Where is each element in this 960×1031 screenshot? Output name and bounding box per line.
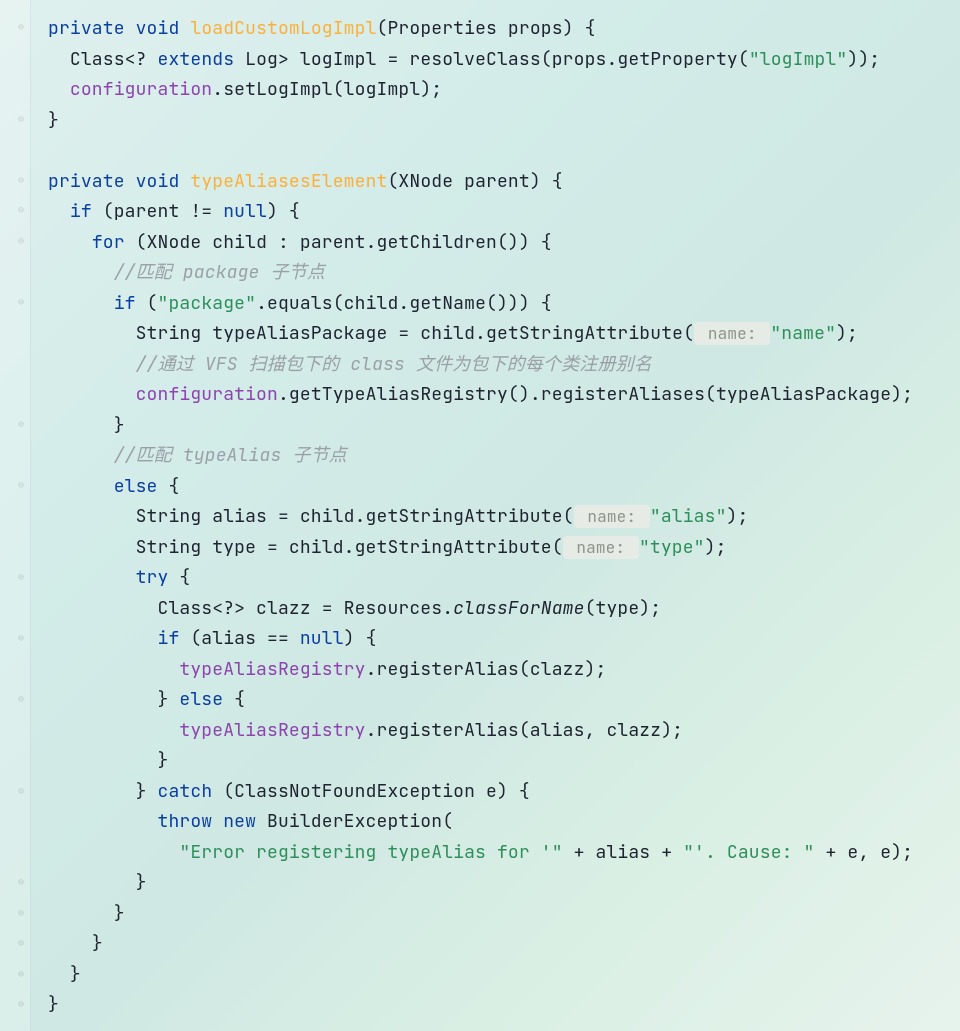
fold-marker-icon[interactable]: ⊖: [18, 22, 28, 32]
code-line: //匹配 typeAlias 子节点: [48, 444, 347, 467]
code-line: typeAliasRegistry.registerAlias(alias, c…: [48, 719, 683, 742]
code-line: } else {: [48, 688, 245, 711]
fold-marker-icon[interactable]: ⊖: [18, 694, 28, 704]
code-line: Class<? extends Log> logImpl = resolveCl…: [48, 48, 880, 71]
fold-marker-icon[interactable]: ⊖: [18, 297, 28, 307]
fold-marker-icon[interactable]: ⊖: [18, 114, 28, 124]
parameter-hint: name:: [574, 505, 650, 528]
editor-gutter: ⊖ ⊖ ⊖ ⊖ ⊖ ⊖ ⊖ ⊖ ⊖ ⊖ ⊖ ⊖ ⊖ ⊖ ⊖ ⊖ ⊖: [0, 0, 31, 1031]
fold-marker-icon[interactable]: ⊖: [18, 175, 28, 185]
code-line: }: [48, 749, 168, 772]
code-line: throw new BuilderException(: [48, 810, 453, 833]
fold-marker-icon[interactable]: ⊖: [18, 419, 28, 429]
code-line: }: [48, 993, 59, 1016]
parameter-hint: name:: [694, 322, 770, 345]
code-line: [48, 139, 59, 162]
code-line: typeAliasRegistry.registerAlias(clazz);: [48, 658, 606, 681]
code-line: String type = child.getStringAttribute( …: [48, 536, 727, 559]
fold-marker-icon[interactable]: ⊖: [18, 999, 28, 1009]
code-line: for (XNode child : parent.getChildren())…: [48, 231, 552, 254]
code-line: if ("package".equals(child.getName())) {: [48, 292, 552, 315]
code-line: }: [48, 109, 59, 132]
fold-marker-icon[interactable]: ⊖: [18, 205, 28, 215]
fold-marker-icon[interactable]: ⊖: [18, 633, 28, 643]
code-line: }: [48, 414, 125, 437]
code-line: configuration.getTypeAliasRegistry().reg…: [48, 383, 913, 406]
code-line: //通过 VFS 扫描包下的 class 文件为包下的每个类注册别名: [48, 353, 652, 376]
fold-marker-icon[interactable]: ⊖: [18, 938, 28, 948]
fold-marker-icon[interactable]: ⊖: [18, 969, 28, 979]
code-line: if (alias == null) {: [48, 627, 377, 650]
code-line: private void typeAliasesElement(XNode pa…: [48, 170, 563, 193]
fold-marker-icon[interactable]: ⊖: [18, 236, 28, 246]
code-line: configuration.setLogImpl(logImpl);: [48, 78, 442, 101]
code-line: try {: [48, 566, 190, 589]
code-line: } catch (ClassNotFoundException e) {: [48, 780, 530, 803]
fold-marker-icon[interactable]: ⊖: [18, 786, 28, 796]
code-editor-content[interactable]: private void loadCustomLogImpl(Propertie…: [48, 14, 950, 1021]
code-line: else {: [48, 475, 179, 498]
code-line: String alias = child.getStringAttribute(…: [48, 505, 748, 528]
code-line: private void loadCustomLogImpl(Propertie…: [48, 17, 596, 40]
fold-marker-icon[interactable]: ⊖: [18, 908, 28, 918]
parameter-hint: name:: [563, 536, 639, 559]
fold-marker-icon[interactable]: ⊖: [18, 480, 28, 490]
code-line: }: [48, 902, 125, 925]
code-line: //匹配 package 子节点: [48, 261, 325, 284]
code-line: String typeAliasPackage = child.getStrin…: [48, 322, 858, 345]
code-line: "Error registering typeAlias for '" + al…: [48, 841, 913, 864]
code-line: }: [48, 871, 147, 894]
code-line: if (parent != null) {: [48, 200, 300, 223]
code-line: }: [48, 963, 81, 986]
code-line: Class<?> clazz = Resources.classForName(…: [48, 597, 661, 620]
fold-marker-icon[interactable]: ⊖: [18, 572, 28, 582]
code-line: }: [48, 932, 103, 955]
fold-marker-icon[interactable]: ⊖: [18, 877, 28, 887]
